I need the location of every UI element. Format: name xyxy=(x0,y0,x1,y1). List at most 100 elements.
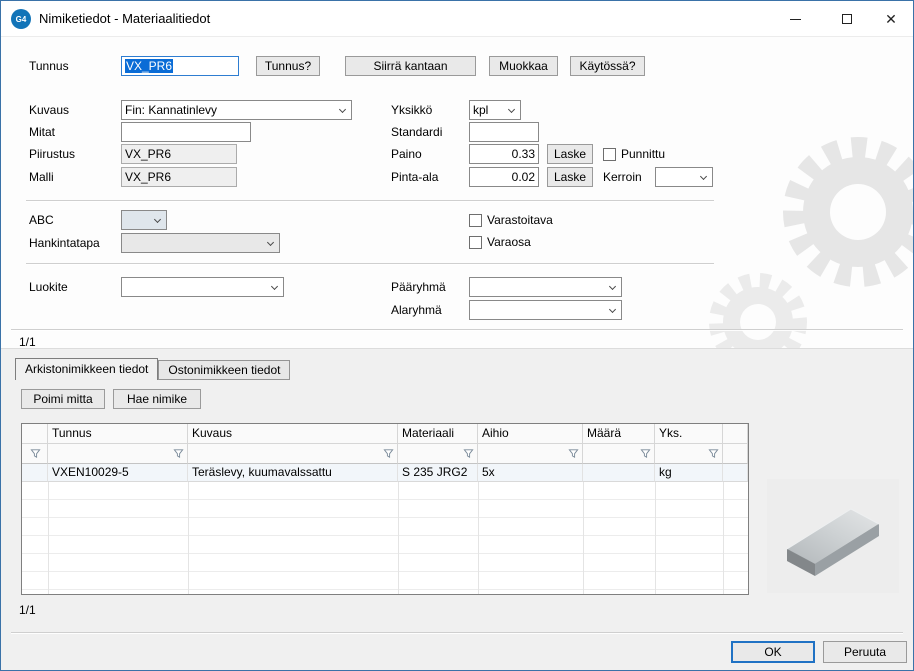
footer-separator xyxy=(11,632,903,633)
filter-icon xyxy=(708,448,719,459)
grid-empty-rows[interactable] xyxy=(22,482,748,594)
abc-combobox[interactable] xyxy=(121,210,167,230)
muokkaa-button[interactable]: Muokkaa xyxy=(489,56,558,76)
filter-cell[interactable] xyxy=(655,444,723,464)
column-header-yks[interactable]: Yks. xyxy=(655,424,723,444)
minimize-icon xyxy=(790,19,801,20)
kuvaus-combobox[interactable]: Fin: Kannatinlevy xyxy=(121,100,352,120)
cell-aihio: 5x xyxy=(478,464,583,482)
tunnus-selected-text: VX_PR6 xyxy=(125,59,173,73)
tunnus-input[interactable]: VX_PR6 xyxy=(121,56,239,76)
grid-gridline xyxy=(398,482,399,594)
luokite-combobox[interactable] xyxy=(121,277,284,297)
grid-gridline xyxy=(723,482,724,594)
paino-label: Paino xyxy=(391,144,422,164)
filter-icon xyxy=(173,448,184,459)
group-separator xyxy=(26,263,714,264)
mitat-input[interactable] xyxy=(121,122,251,142)
filter-cell[interactable] xyxy=(48,444,188,464)
varastoitava-checkbox-label: Varastoitava xyxy=(487,213,553,227)
chevron-down-icon xyxy=(339,106,346,113)
app-icon: G4 xyxy=(11,9,31,29)
maximize-icon xyxy=(842,14,852,24)
yksikko-label: Yksikkö xyxy=(391,100,432,120)
cell-materiaali: S 235 JRG2 xyxy=(398,464,478,482)
tab-strip: Arkistonimikkeen tiedot Ostonimikkeen ti… xyxy=(15,358,290,380)
grid-filter-row xyxy=(22,444,748,464)
varaosa-checkbox-label: Varaosa xyxy=(487,235,531,249)
cell-kuvaus: Teräslevy, kuumavalssattu xyxy=(188,464,398,482)
kerroin-label: Kerroin xyxy=(603,167,642,187)
paaryhma-combobox[interactable] xyxy=(469,277,622,297)
filter-cell-filler xyxy=(723,444,748,464)
cancel-button[interactable]: Peruuta xyxy=(823,641,907,663)
grid-header-row: Tunnus Kuvaus Materiaali Aihio Määrä Yks… xyxy=(22,424,748,444)
siirra-kantaan-button[interactable]: Siirrä kantaan xyxy=(345,56,476,76)
kaytossa-button[interactable]: Käytössä? xyxy=(570,56,645,76)
filter-cell[interactable] xyxy=(478,444,583,464)
varastoitava-checkbox[interactable]: Varastoitava xyxy=(469,210,553,230)
checkbox-icon xyxy=(469,214,482,227)
varaosa-checkbox[interactable]: Varaosa xyxy=(469,232,531,252)
punnittu-checkbox[interactable]: Punnittu xyxy=(603,144,665,164)
paaryhma-label: Pääryhmä xyxy=(391,277,446,297)
chevron-down-icon xyxy=(267,239,274,246)
chevron-down-icon xyxy=(700,173,707,180)
item-grid: Tunnus Kuvaus Materiaali Aihio Määrä Yks… xyxy=(21,423,749,595)
column-header-kuvaus[interactable]: Kuvaus xyxy=(188,424,398,444)
alaryhma-label: Alaryhmä xyxy=(391,300,442,320)
panel-separator xyxy=(11,329,903,330)
filter-cell[interactable] xyxy=(398,444,478,464)
minimize-button[interactable] xyxy=(773,1,817,37)
checkbox-icon xyxy=(603,148,616,161)
ok-button[interactable]: OK xyxy=(731,641,815,663)
yksikko-combobox[interactable]: kpl xyxy=(469,100,521,120)
chevron-down-icon xyxy=(271,283,278,290)
standardi-input[interactable] xyxy=(469,122,539,142)
part-preview-image xyxy=(767,479,899,593)
grid-gridline xyxy=(478,482,479,594)
luokite-label: Luokite xyxy=(29,277,68,297)
tunnus-label: Tunnus xyxy=(29,56,69,76)
chevron-down-icon xyxy=(609,283,616,290)
kerroin-combobox[interactable] xyxy=(655,167,713,187)
kuvaus-value: Fin: Kannatinlevy xyxy=(125,103,217,117)
tunnus-lookup-button[interactable]: Tunnus? xyxy=(256,56,320,76)
group-separator xyxy=(26,200,714,201)
column-header-maara[interactable]: Määrä xyxy=(583,424,655,444)
poimi-mitta-button[interactable]: Poimi mitta xyxy=(21,389,105,409)
standardi-label: Standardi xyxy=(391,122,442,142)
malli-label: Malli xyxy=(29,167,54,187)
laske-paino-button[interactable]: Laske xyxy=(547,144,593,164)
filter-cell[interactable] xyxy=(188,444,398,464)
maximize-button[interactable] xyxy=(825,1,869,37)
cell-filler xyxy=(723,464,748,482)
table-row[interactable]: VXEN10029-5 Teräslevy, kuumavalssattu S … xyxy=(22,464,748,482)
grid-gridline xyxy=(655,482,656,594)
paino-input[interactable]: 0.33 xyxy=(469,144,539,164)
kuvaus-label: Kuvaus xyxy=(29,100,69,120)
column-header-materiaali[interactable]: Materiaali xyxy=(398,424,478,444)
row-header-cell xyxy=(22,464,48,482)
column-header-tunnus[interactable]: Tunnus xyxy=(48,424,188,444)
hae-nimike-button[interactable]: Hae nimike xyxy=(113,389,201,409)
column-header-filler xyxy=(723,424,748,444)
alaryhma-combobox[interactable] xyxy=(469,300,622,320)
column-header-aihio[interactable]: Aihio xyxy=(478,424,583,444)
filter-icon xyxy=(640,448,651,459)
tab-ostonimikkeen-tiedot[interactable]: Ostonimikkeen tiedot xyxy=(158,360,290,380)
hankintatapa-combobox[interactable] xyxy=(121,233,280,253)
filter-cell[interactable] xyxy=(22,444,48,464)
cell-yks: kg xyxy=(655,464,723,482)
window-title: Nimiketiedot - Materiaalitiedot xyxy=(39,1,210,37)
pinta-ala-input[interactable]: 0.02 xyxy=(469,167,539,187)
tab-arkistonimikkeen-tiedot[interactable]: Arkistonimikkeen tiedot xyxy=(15,358,158,380)
filter-cell[interactable] xyxy=(583,444,655,464)
pinta-ala-label: Pinta-ala xyxy=(391,167,438,187)
laske-pinta-ala-button[interactable]: Laske xyxy=(547,167,593,187)
close-button[interactable]: ✕ xyxy=(869,1,913,37)
title-bar[interactable]: G4 Nimiketiedot - Materiaalitiedot ✕ xyxy=(1,1,913,37)
chevron-down-icon xyxy=(508,106,515,113)
row-header-column xyxy=(22,424,48,444)
cell-maara xyxy=(583,464,655,482)
